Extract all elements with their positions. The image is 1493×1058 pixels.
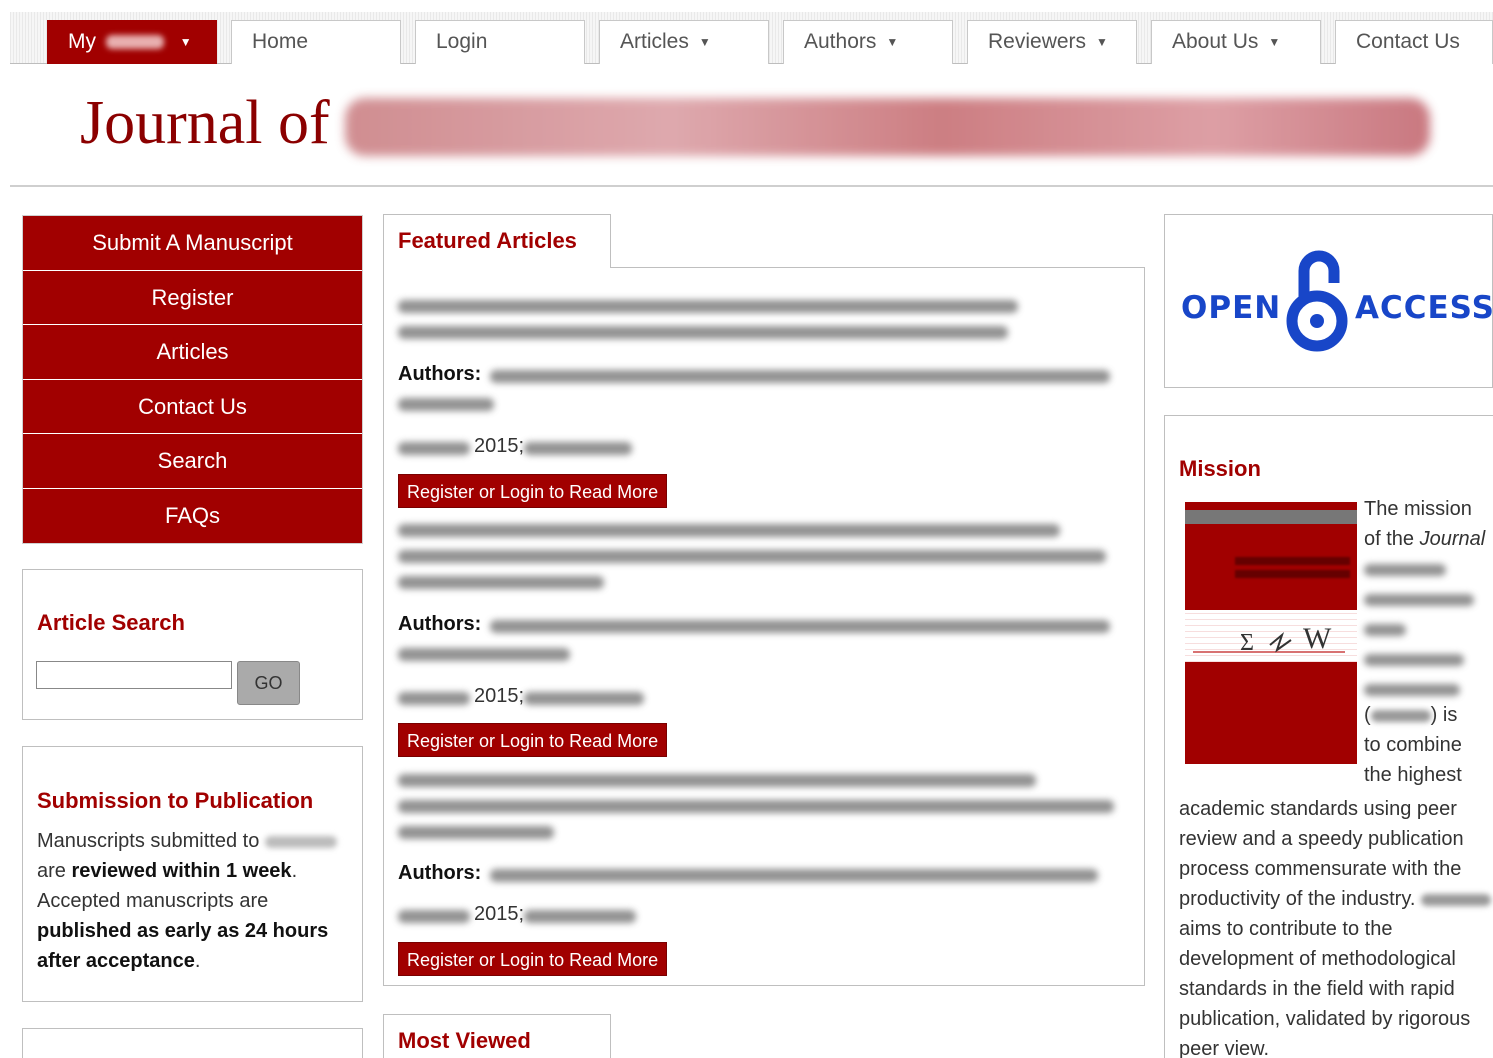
chevron-down-icon: ▼ [886, 35, 899, 49]
featured-articles-title: Featured Articles [383, 214, 611, 268]
journal-abbr-redacted [264, 835, 337, 848]
article-search-box: Article Search GO [22, 569, 363, 720]
nav-articles[interactable]: Articles ▼ [599, 20, 769, 64]
citation-redacted [524, 910, 636, 923]
nav-login[interactable]: Login [415, 20, 585, 64]
mission-redacted [1364, 654, 1464, 666]
my-label: My [68, 30, 96, 53]
nav-reviewers[interactable]: Reviewers ▼ [967, 20, 1137, 64]
authors-redacted [490, 869, 1098, 882]
svg-text:W: W [1303, 622, 1332, 655]
chevron-down-icon: ▼ [1096, 35, 1108, 49]
journal-cover-image[interactable]: Σ W [1185, 502, 1357, 764]
article-title-redacted[interactable] [398, 524, 1060, 537]
article-title-redacted[interactable] [398, 800, 1114, 813]
chevron-down-icon: ▼ [179, 35, 192, 49]
journal-redacted [398, 442, 470, 455]
article-title-redacted[interactable] [398, 576, 604, 589]
open-access-lock-icon [1286, 250, 1348, 352]
submission-box: Submission to Publication Manuscripts su… [22, 746, 363, 1002]
submission-text: Manuscripts submitted to are reviewed wi… [37, 826, 357, 976]
article-title-redacted[interactable] [398, 774, 1036, 787]
mission-redacted [1364, 624, 1406, 636]
top-navigation: My ▼ Home Login Articles ▼ Authors ▼ Revie… [10, 12, 1493, 64]
article-authors: Authors: [398, 862, 482, 884]
mission-abbr-redacted [1370, 709, 1431, 722]
citation-redacted [524, 442, 632, 455]
nav-about-us[interactable]: About Us ▼ [1151, 20, 1321, 64]
sidebar-item-submit-manuscript[interactable]: Submit A Manuscript [23, 216, 362, 271]
journal-title-redacted [345, 98, 1430, 156]
article-search-title: Article Search [37, 610, 185, 635]
username-redacted [105, 35, 164, 50]
mission-title: Mission [1179, 456, 1261, 481]
sidebar-item-faqs[interactable]: FAQs [23, 488, 362, 543]
open-access-access: ACCESS [1355, 290, 1493, 326]
my-account-menu[interactable]: My ▼ [47, 20, 217, 64]
nav-contact-us[interactable]: Contact Us [1335, 20, 1493, 64]
authors-redacted [398, 398, 494, 411]
chevron-down-icon: ▼ [698, 35, 711, 49]
mission-box: Mission Σ W The mission of the Journal (… [1164, 415, 1493, 1058]
mission-redacted [1364, 684, 1460, 696]
featured-articles-panel: Authors: 2015; Register or Login to Read… [383, 267, 1145, 986]
read-more-button[interactable]: Register or Login to Read More [398, 942, 668, 976]
article-citation: 2015; [474, 903, 525, 925]
chevron-down-icon: ▼ [1268, 35, 1281, 49]
article-authors: Authors: [398, 613, 482, 635]
sidebar-item-search[interactable]: Search [23, 434, 362, 489]
sidebar-box-partial [22, 1028, 363, 1058]
journal-redacted [398, 910, 470, 923]
authors-redacted [490, 370, 1110, 383]
svg-text:Σ: Σ [1240, 630, 1254, 656]
article-citation: 2015; [474, 685, 525, 707]
sidebar-item-articles[interactable]: Articles [23, 325, 362, 380]
article-title-redacted[interactable] [398, 826, 554, 839]
mission-abbr-redacted [1420, 893, 1491, 906]
mission-wrap-text: The mission of the Journal () is to comb… [1364, 498, 1486, 786]
article-citation: 2015; [474, 435, 525, 457]
open-access-open: OPEN [1181, 290, 1282, 326]
journal-title[interactable]: Journal of [80, 88, 330, 159]
mission-redacted [1364, 564, 1446, 576]
sidebar-menu: Submit A Manuscript Register Articles Co… [22, 215, 363, 544]
header-divider [10, 185, 1493, 187]
sidebar-item-register[interactable]: Register [23, 270, 362, 325]
journal-redacted [398, 692, 470, 705]
article-title-redacted[interactable] [398, 550, 1106, 563]
mission-redacted [1364, 594, 1474, 606]
read-more-button[interactable]: Register or Login to Read More [398, 723, 668, 757]
nav-authors[interactable]: Authors ▼ [783, 20, 953, 64]
sidebar-item-contact-us[interactable]: Contact Us [23, 379, 362, 434]
mission-text: academic standards using peer review and… [1179, 794, 1493, 1058]
cover-sigma-graphic: Σ W [1193, 622, 1345, 656]
authors-redacted [398, 648, 570, 661]
citation-redacted [524, 692, 644, 705]
article-title-redacted[interactable] [398, 326, 1008, 339]
submission-title: Submission to Publication [37, 788, 314, 813]
nav-home[interactable]: Home [231, 20, 401, 64]
search-input[interactable] [36, 661, 232, 689]
authors-redacted [490, 620, 1110, 633]
go-button[interactable]: GO [237, 661, 300, 705]
article-authors: Authors: [398, 363, 482, 385]
read-more-button[interactable]: Register or Login to Read More [398, 474, 668, 508]
most-viewed-title: Most Viewed [383, 1014, 611, 1058]
open-access-box[interactable]: OPEN ACCESS [1164, 214, 1493, 388]
article-title-redacted[interactable] [398, 300, 1018, 313]
